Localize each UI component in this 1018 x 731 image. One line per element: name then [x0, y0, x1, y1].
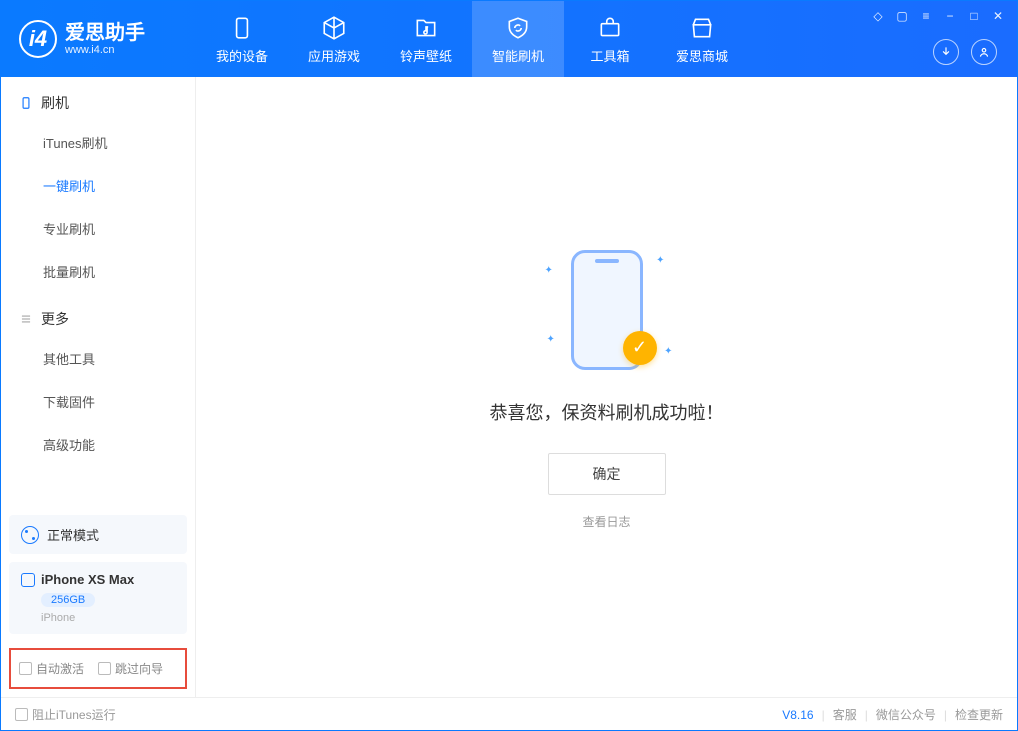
app-url: www.i4.cn [65, 44, 145, 56]
sidebar-section-flash: 刷机 [1, 77, 195, 121]
sidebar: 刷机 iTunes刷机 一键刷机 专业刷机 批量刷机 更多 其他工具 下载固件 … [1, 77, 196, 697]
device-icon [228, 14, 256, 42]
close-icon[interactable]: ✕ [991, 9, 1005, 23]
highlighted-options: 自动激活 跳过向导 [9, 648, 187, 689]
wechat-link[interactable]: 微信公众号 [876, 706, 936, 723]
device-name: iPhone XS Max [41, 572, 134, 587]
window-controls: ◇ ▢ ≡ − □ ✕ [871, 9, 1005, 23]
sidebar-item-itunes-flash[interactable]: iTunes刷机 [19, 121, 195, 164]
support-link[interactable]: 客服 [833, 706, 857, 723]
tab-smart-flash[interactable]: 智能刷机 [472, 1, 564, 77]
mode-icon [21, 526, 39, 544]
sidebar-item-batch-flash[interactable]: 批量刷机 [19, 250, 195, 293]
app-title: 爱思助手 [65, 22, 145, 44]
shield-refresh-icon [504, 14, 532, 42]
version-label: V8.16 [782, 708, 813, 722]
music-folder-icon [412, 14, 440, 42]
checkbox-block-itunes[interactable]: 阻止iTunes运行 [15, 706, 116, 723]
store-icon [688, 14, 716, 42]
cube-icon [320, 14, 348, 42]
tab-ringtones[interactable]: 铃声壁纸 [380, 1, 472, 77]
toolbox-icon [596, 14, 624, 42]
tab-toolbox[interactable]: 工具箱 [564, 1, 656, 77]
tab-my-device[interactable]: 我的设备 [196, 1, 288, 77]
sidebar-item-download-firmware[interactable]: 下载固件 [19, 380, 195, 423]
list-icon [19, 312, 33, 326]
check-badge-icon: ✓ [623, 331, 657, 365]
sidebar-item-other-tools[interactable]: 其他工具 [19, 337, 195, 380]
checkbox-auto-activate[interactable]: 自动激活 [19, 660, 84, 677]
confirm-button[interactable]: 确定 [548, 453, 666, 495]
minimize-icon[interactable]: − [943, 9, 957, 23]
feedback-icon[interactable]: ▢ [895, 9, 909, 23]
sidebar-item-pro-flash[interactable]: 专业刷机 [19, 207, 195, 250]
checkbox-icon [15, 708, 28, 721]
sidebar-item-advanced[interactable]: 高级功能 [19, 423, 195, 466]
success-message: 恭喜您，保资料刷机成功啦！ [490, 399, 724, 425]
sidebar-section-more: 更多 [1, 293, 195, 337]
phone-icon [19, 96, 33, 110]
maximize-icon[interactable]: □ [967, 9, 981, 23]
view-log-link[interactable]: 查看日志 [582, 513, 630, 530]
device-info-panel[interactable]: iPhone XS Max 256GB iPhone [9, 562, 187, 634]
logo-area: i4 爱思助手 www.i4.cn [1, 1, 196, 77]
sidebar-item-oneclick-flash[interactable]: 一键刷机 [19, 164, 195, 207]
user-button[interactable] [971, 39, 997, 65]
checkbox-icon [19, 662, 32, 675]
logo-icon: i4 [19, 20, 57, 58]
device-mode-panel[interactable]: 正常模式 [9, 515, 187, 554]
header: i4 爱思助手 www.i4.cn 我的设备 应用游戏 铃声壁纸 智能刷机 工具… [1, 1, 1017, 77]
check-update-link[interactable]: 检查更新 [955, 706, 1003, 723]
menu-icon[interactable]: ≡ [919, 9, 933, 23]
phone-small-icon [21, 573, 35, 587]
footer: 阻止iTunes运行 V8.16 | 客服 | 微信公众号 | 检查更新 [1, 697, 1017, 731]
skin-icon[interactable]: ◇ [871, 9, 885, 23]
download-button[interactable] [933, 39, 959, 65]
success-illustration: ✓ ✦✦ ✦✦ [527, 245, 687, 375]
tab-store[interactable]: 爱思商城 [656, 1, 748, 77]
checkbox-skip-guide[interactable]: 跳过向导 [98, 660, 163, 677]
mode-label: 正常模式 [47, 525, 99, 544]
checkbox-icon [98, 662, 111, 675]
device-type: iPhone [41, 612, 175, 624]
storage-badge: 256GB [41, 593, 95, 607]
main-content: ✓ ✦✦ ✦✦ 恭喜您，保资料刷机成功啦！ 确定 查看日志 [196, 77, 1017, 697]
tab-apps-games[interactable]: 应用游戏 [288, 1, 380, 77]
